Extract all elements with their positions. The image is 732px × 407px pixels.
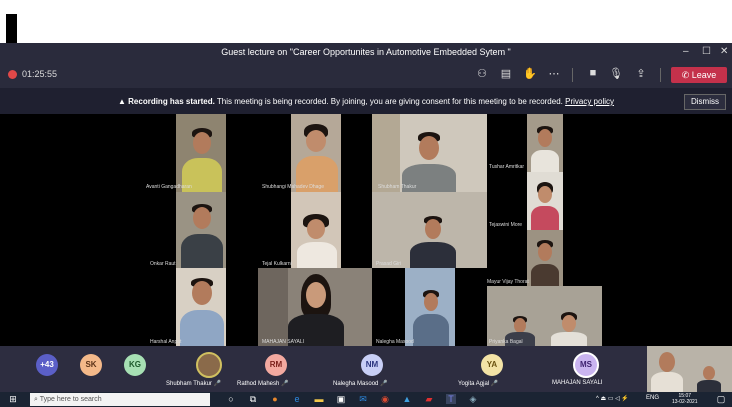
avatar-name: Nalegha Masood 🎤	[333, 381, 388, 387]
video-tile[interactable]	[527, 114, 563, 172]
photos-icon[interactable]: ▲	[402, 394, 412, 404]
avatar[interactable]	[196, 352, 222, 378]
chat-icon[interactable]: ▤	[498, 67, 514, 80]
video-tile[interactable]	[527, 230, 563, 286]
close-icon[interactable]: ✕	[720, 46, 728, 57]
video-tile[interactable]	[176, 114, 226, 192]
chrome-icon[interactable]: ◉	[380, 394, 390, 404]
video-tile[interactable]	[405, 268, 455, 346]
overflow-count[interactable]: +43	[36, 354, 58, 376]
cortana-icon[interactable]: ○	[226, 394, 236, 404]
participant-name: Tushar Amritkar	[489, 164, 525, 170]
screen-edge-bar	[6, 14, 17, 43]
leave-button[interactable]: ✆ Leave	[671, 67, 727, 83]
participants-icon[interactable]: ⚇	[474, 67, 490, 80]
video-tile[interactable]	[372, 192, 487, 268]
avatar[interactable]: KG	[124, 354, 146, 376]
avatar-name: Shubham Thakur 🎤	[166, 381, 222, 387]
clock[interactable]: 15:07 13-02-2021	[672, 393, 698, 405]
video-grid: Avanti Gangadharan Shubhangi Mahadev Dha…	[0, 114, 732, 346]
self-view[interactable]	[647, 346, 732, 392]
warning-icon: ▲	[117, 97, 126, 106]
minimize-icon[interactable]: –	[683, 46, 689, 57]
participant-name: Tejal Kulkarni	[262, 261, 292, 267]
avatar-name: Yogita Agjal 🎤	[458, 381, 499, 387]
raise-hand-icon[interactable]: ✋	[522, 67, 538, 80]
firefox-icon[interactable]: ●	[270, 394, 280, 404]
participant-name: Onkar Raut	[150, 261, 176, 267]
meeting-timer: 01:25:55	[22, 69, 58, 79]
divider	[660, 68, 661, 82]
video-tile[interactable]	[176, 192, 226, 268]
video-tile[interactable]	[176, 268, 226, 346]
participant-name: Prasad Giri	[376, 261, 402, 267]
participant-name: Priyanka Bagal	[489, 339, 523, 345]
avatar[interactable]: SK	[80, 354, 102, 376]
recording-icon	[8, 70, 17, 79]
banner-text: This meeting is being recorded. By joini…	[216, 97, 563, 106]
video-tile[interactable]	[372, 114, 487, 192]
mail-icon[interactable]: ✉	[358, 394, 368, 404]
divider	[572, 68, 573, 82]
participant-name: Avanti Gangadharan	[146, 184, 192, 190]
avatar[interactable]: NM	[361, 354, 383, 376]
notifications-icon[interactable]: ▢	[716, 394, 726, 404]
avatar[interactable]: YA	[481, 354, 503, 376]
maximize-icon[interactable]: ☐	[702, 46, 711, 57]
edge-icon[interactable]: e	[292, 394, 302, 404]
app-icon[interactable]: ◈	[468, 394, 478, 404]
pdf-icon[interactable]: ▰	[424, 394, 434, 404]
video-tile[interactable]	[291, 192, 341, 268]
video-tile[interactable]	[291, 114, 341, 192]
taskbar-search[interactable]: ⌕ Type here to search	[30, 393, 210, 406]
video-tile[interactable]	[487, 286, 602, 346]
windows-taskbar: ⊞ ⌕ Type here to search ○ ⧉ ● e ▬ ▣ ✉ ◉ …	[0, 392, 732, 407]
participant-name: Harshal Anpat	[150, 339, 182, 345]
avatar-name: Rathod Mahesh 🎤	[237, 381, 289, 387]
participant-name: Shubhangi Mahadev Dhage	[262, 184, 324, 190]
teams-icon[interactable]: T	[446, 394, 456, 404]
camera-icon[interactable]: ■	[585, 67, 601, 79]
language-indicator[interactable]: ENG	[646, 395, 659, 401]
tray-icons[interactable]: ^ ⏏ ▭ ◁ ⚡	[596, 395, 629, 402]
participant-name: Mayur Vijay Thorat	[487, 279, 529, 285]
share-screen-icon[interactable]: ⇪	[633, 67, 649, 80]
participant-name: Shubham Thakur	[378, 184, 417, 190]
video-tile[interactable]	[527, 172, 563, 230]
meeting-toolbar: 01:25:55 ⚇ ▤ ✋ ⋯ ■ 🎙 ⇪ ✆ Leave	[0, 62, 732, 88]
banner-message: ▲ Recording has started. This meeting is…	[0, 97, 732, 106]
window-title: Guest lecture on "Career Opportunites in…	[221, 47, 511, 57]
dismiss-button[interactable]: Dismiss	[684, 94, 726, 110]
store-icon[interactable]: ▣	[336, 394, 346, 404]
participant-name: Tejaswini More	[489, 222, 523, 228]
avatar[interactable]: MS	[573, 352, 599, 378]
title-bar: Guest lecture on "Career Opportunites in…	[0, 43, 732, 62]
file-explorer-icon[interactable]: ▬	[314, 394, 324, 404]
privacy-policy-link[interactable]: Privacy policy	[565, 97, 614, 106]
participant-name: Nalegha Masood	[376, 339, 414, 345]
banner-bold: Recording has started.	[128, 97, 215, 106]
avatar-name: MAHAJAN SAYALI	[552, 380, 603, 386]
participant-name: MAHAJAN SAYALI	[262, 339, 305, 345]
mic-icon[interactable]: 🎙	[608, 67, 624, 80]
search-icon: ⌕	[34, 396, 38, 403]
recording-banner: ▲ Recording has started. This meeting is…	[0, 88, 732, 114]
video-tile[interactable]	[258, 268, 372, 346]
top-margin	[0, 0, 732, 43]
windows-start-icon[interactable]: ⊞	[8, 394, 18, 404]
task-view-icon[interactable]: ⧉	[248, 394, 258, 404]
search-placeholder: Type here to search	[39, 396, 102, 403]
more-actions-icon[interactable]: ⋯	[546, 67, 562, 80]
participant-strip: +43 SK KG Shubham Thakur 🎤 RM Rathod Mah…	[0, 346, 732, 392]
avatar[interactable]: RM	[265, 354, 287, 376]
